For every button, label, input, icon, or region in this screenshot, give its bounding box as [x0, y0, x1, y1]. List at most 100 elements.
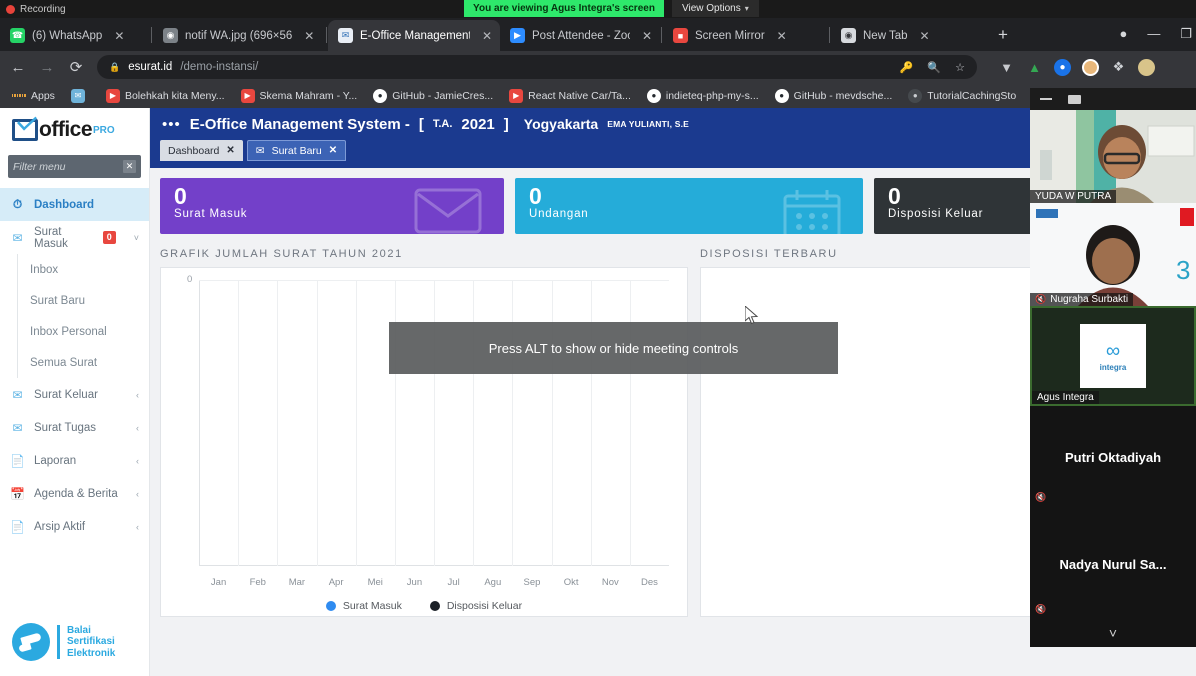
app-logo[interactable]: office PRO [0, 108, 149, 152]
stat-card-undangan[interactable]: 0 Undangan [515, 178, 863, 234]
zoom-video-tile[interactable]: YUDA W PUTRA [1030, 110, 1196, 203]
gallery-grid-icon[interactable] [1126, 93, 1139, 106]
chevron-left-icon[interactable]: ‹ [136, 390, 139, 400]
chevron-left-icon[interactable]: ‹ [136, 489, 139, 499]
zoom-video-tile-active-speaker[interactable]: ∞ integra Agus Integra [1030, 306, 1196, 406]
browser-tab-eoffice[interactable]: ✉ E-Office Management ✕ [328, 20, 500, 51]
sidebar-item-inbox-personal[interactable]: Inbox Personal [18, 316, 149, 347]
vimeo-extension-icon[interactable]: ▼ [998, 59, 1015, 76]
bookmark-mail[interactable]: ✉ [65, 87, 96, 105]
chevron-left-icon[interactable]: ‹ [136, 423, 139, 433]
sidebar-item-label: Dashboard [34, 198, 95, 211]
close-icon[interactable]: ✕ [329, 145, 337, 156]
chart-legend: Surat Masuk Disposisi Keluar [161, 600, 687, 612]
minimize-button[interactable]: — [1147, 26, 1160, 41]
back-button[interactable]: ← [10, 59, 26, 76]
menu-dots-icon[interactable]: ••• [162, 117, 181, 132]
key-icon[interactable]: 🔑 [900, 61, 914, 74]
address-bar[interactable]: 🔒 esurat.id/demo-instansi/ 🔑 🔍 ☆ [97, 55, 977, 79]
star-icon[interactable]: ☆ [955, 61, 965, 74]
bookmark-item[interactable]: ● TutorialCachingSto [902, 87, 1022, 105]
browser-tab-new-tab[interactable]: ◉ New Tab ✕ [831, 20, 986, 51]
participant-label: Agus Integra [1037, 392, 1094, 403]
x-tick: Mar [288, 577, 306, 588]
sidebar-item-label: Surat Masuk [34, 225, 68, 250]
zoom-scroll-down-button[interactable]: ˅ [1030, 619, 1196, 647]
sidebar-item-label: Laporan [34, 454, 77, 467]
close-icon[interactable]: ✕ [642, 29, 652, 43]
new-tab-button[interactable]: + [986, 25, 1020, 45]
google-drive-icon[interactable]: ▲ [1026, 59, 1043, 76]
zoom-audio-only-tile[interactable]: Putri Oktadiyah 🔇 [1030, 406, 1196, 509]
close-icon[interactable]: ✕ [114, 29, 124, 43]
legend-label: Disposisi Keluar [446, 600, 523, 612]
reload-button[interactable]: ⟳ [68, 58, 84, 76]
zoom-video-tile[interactable]: 3 🔇 Nugraha Surbakti [1030, 203, 1196, 306]
bookmark-item[interactable]: ▶ React Native Car/Ta... [503, 87, 637, 105]
tab-surat-baru[interactable]: ✉ Surat Baru ✕ [246, 140, 347, 161]
minimize-icon[interactable] [1040, 98, 1052, 100]
restore-button[interactable]: ❐ [1180, 26, 1192, 42]
sidebar-item-arsip-aktif[interactable]: 📄 Arsip Aktif ‹ [0, 510, 149, 543]
chevron-left-icon[interactable]: ‹ [136, 456, 139, 466]
ta-bracket-close: ] [503, 115, 509, 133]
tab-dashboard[interactable]: Dashboard ✕ [160, 140, 243, 161]
browser-tab-notif-wa[interactable]: ◉ notif WA.jpg (696×56 ✕ [153, 20, 325, 51]
window-icon[interactable] [1068, 94, 1081, 104]
zoom-participant-name: YUDA W PUTRA [1030, 190, 1117, 203]
chevron-down-icon[interactable]: ˅ [134, 233, 139, 243]
mail-icon: ✉ [70, 88, 85, 103]
bookmark-item[interactable]: ● indieteq-php-my-s... [641, 87, 765, 105]
bookmark-item[interactable]: ● GitHub - JamieCres... [367, 87, 499, 105]
x-tick: Sep [523, 577, 541, 588]
close-icon[interactable]: ✕ [777, 29, 787, 43]
legend-item-surat-masuk[interactable]: Surat Masuk [325, 600, 402, 612]
sidebar-item-dashboard[interactable]: ⏱ Dashboard [0, 188, 149, 221]
zoom-audio-only-tile[interactable]: Nadya Nurul Sa... 🔇 [1030, 509, 1196, 619]
recording-label: Recording [20, 3, 66, 15]
profile-avatar-icon[interactable]: ● [1119, 26, 1127, 41]
bse-line1: Balai [67, 624, 91, 636]
filter-menu-input[interactable]: Filter menu ✕ [8, 155, 141, 178]
bookmark-item[interactable]: ● GitHub - mevdsche... [769, 87, 899, 105]
bookmark-apps[interactable]: Apps [6, 87, 61, 105]
profile-avatar-icon[interactable] [1138, 58, 1155, 76]
close-icon[interactable]: ✕ [226, 145, 234, 156]
bookmark-item[interactable]: ▶ Bolehkah kita Meny... [100, 87, 231, 105]
browser-tab-screen-mirror[interactable]: ■ Screen Mirror ✕ [663, 20, 828, 51]
tab-separator [151, 26, 152, 43]
sidebar-item-label: Inbox Personal [30, 325, 107, 338]
avatar[interactable] [1082, 58, 1099, 76]
close-icon[interactable]: ✕ [920, 29, 930, 43]
report-doc-icon: 📄 [10, 453, 25, 468]
browser-tab-whatsapp[interactable]: ☎ (6) WhatsApp ✕ [0, 20, 150, 51]
chevron-left-icon[interactable]: ‹ [136, 522, 139, 532]
clear-icon[interactable]: ✕ [123, 160, 136, 173]
legend-item-disposisi-keluar[interactable]: Disposisi Keluar [429, 600, 523, 612]
sidebar-item-semua-surat[interactable]: Semua Surat [18, 347, 149, 378]
close-icon[interactable]: ✕ [304, 29, 314, 43]
sidebar-item-laporan[interactable]: 📄 Laporan ‹ [0, 444, 149, 477]
forward-button[interactable]: → [39, 59, 55, 76]
close-icon[interactable]: ✕ [482, 29, 492, 43]
sidebar-item-surat-tugas[interactable]: ✉ Surat Tugas ‹ [0, 411, 149, 444]
sidebar-item-surat-baru[interactable]: Surat Baru [18, 285, 149, 316]
extensions-puzzle-icon[interactable]: ❖ [1110, 59, 1127, 76]
view-options-button[interactable]: View Options ▾ [672, 0, 759, 17]
zoom-search-icon[interactable]: 🔍 [927, 61, 941, 74]
stat-card-surat-masuk[interactable]: 0 Surat Masuk [160, 178, 504, 234]
legend-swatch-icon [429, 601, 440, 611]
legend-swatch-icon [325, 601, 336, 611]
blue-extension-icon[interactable]: ● [1054, 58, 1071, 76]
archive-doc-icon: 📄 [10, 519, 25, 534]
sidebar-item-surat-keluar[interactable]: ✉ Surat Keluar ‹ [0, 378, 149, 411]
youtube-icon: ▶ [509, 88, 524, 103]
split-view-icon[interactable] [1097, 94, 1110, 104]
sidebar-item-inbox[interactable]: Inbox [18, 254, 149, 285]
sidebar-item-agenda-berita[interactable]: 📅 Agenda & Berita ‹ [0, 477, 149, 510]
gridline [238, 280, 240, 566]
sidebar-item-surat-masuk[interactable]: ✉ Surat Masuk 0 ˅ [0, 221, 149, 254]
bookmark-item[interactable]: ▶ Skema Mahram - Y... [235, 87, 364, 105]
browser-tab-zoom[interactable]: ▶ Post Attendee - Zoom ✕ [500, 20, 660, 51]
fiscal-year: 2021 [461, 115, 495, 133]
